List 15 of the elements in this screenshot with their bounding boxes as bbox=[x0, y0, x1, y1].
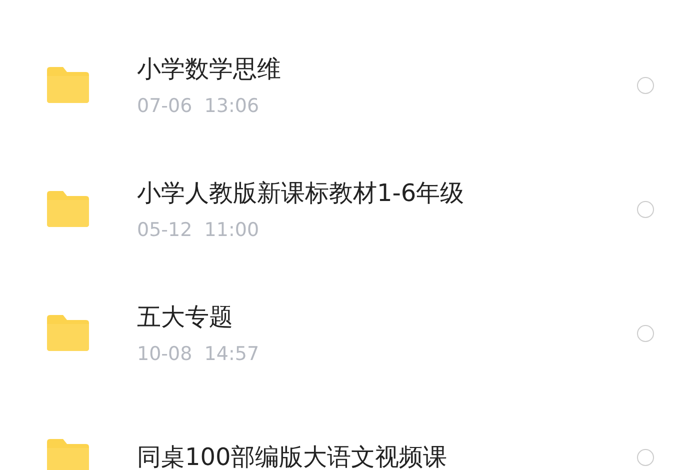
folder-icon bbox=[47, 315, 89, 351]
folder-icon bbox=[47, 67, 89, 103]
select-radio[interactable] bbox=[637, 76, 654, 94]
folder-name: 五大专题 bbox=[137, 302, 234, 333]
select-radio[interactable] bbox=[637, 324, 654, 342]
folder-icon bbox=[47, 191, 89, 227]
folder-name: 同桌100部编版大语文视频课 bbox=[137, 442, 448, 470]
modified-date: 07-06 13:06 bbox=[137, 95, 260, 117]
modified-date: 10-08 14:57 bbox=[137, 343, 260, 365]
modified-date: 05-12 11:00 bbox=[137, 219, 260, 241]
folder-icon bbox=[47, 439, 89, 470]
folder-name: 小学数学思维 bbox=[137, 54, 282, 85]
select-radio[interactable] bbox=[637, 200, 654, 218]
select-radio[interactable] bbox=[637, 448, 654, 466]
folder-name: 小学人教版新课标教材1-6年级 bbox=[137, 178, 466, 209]
